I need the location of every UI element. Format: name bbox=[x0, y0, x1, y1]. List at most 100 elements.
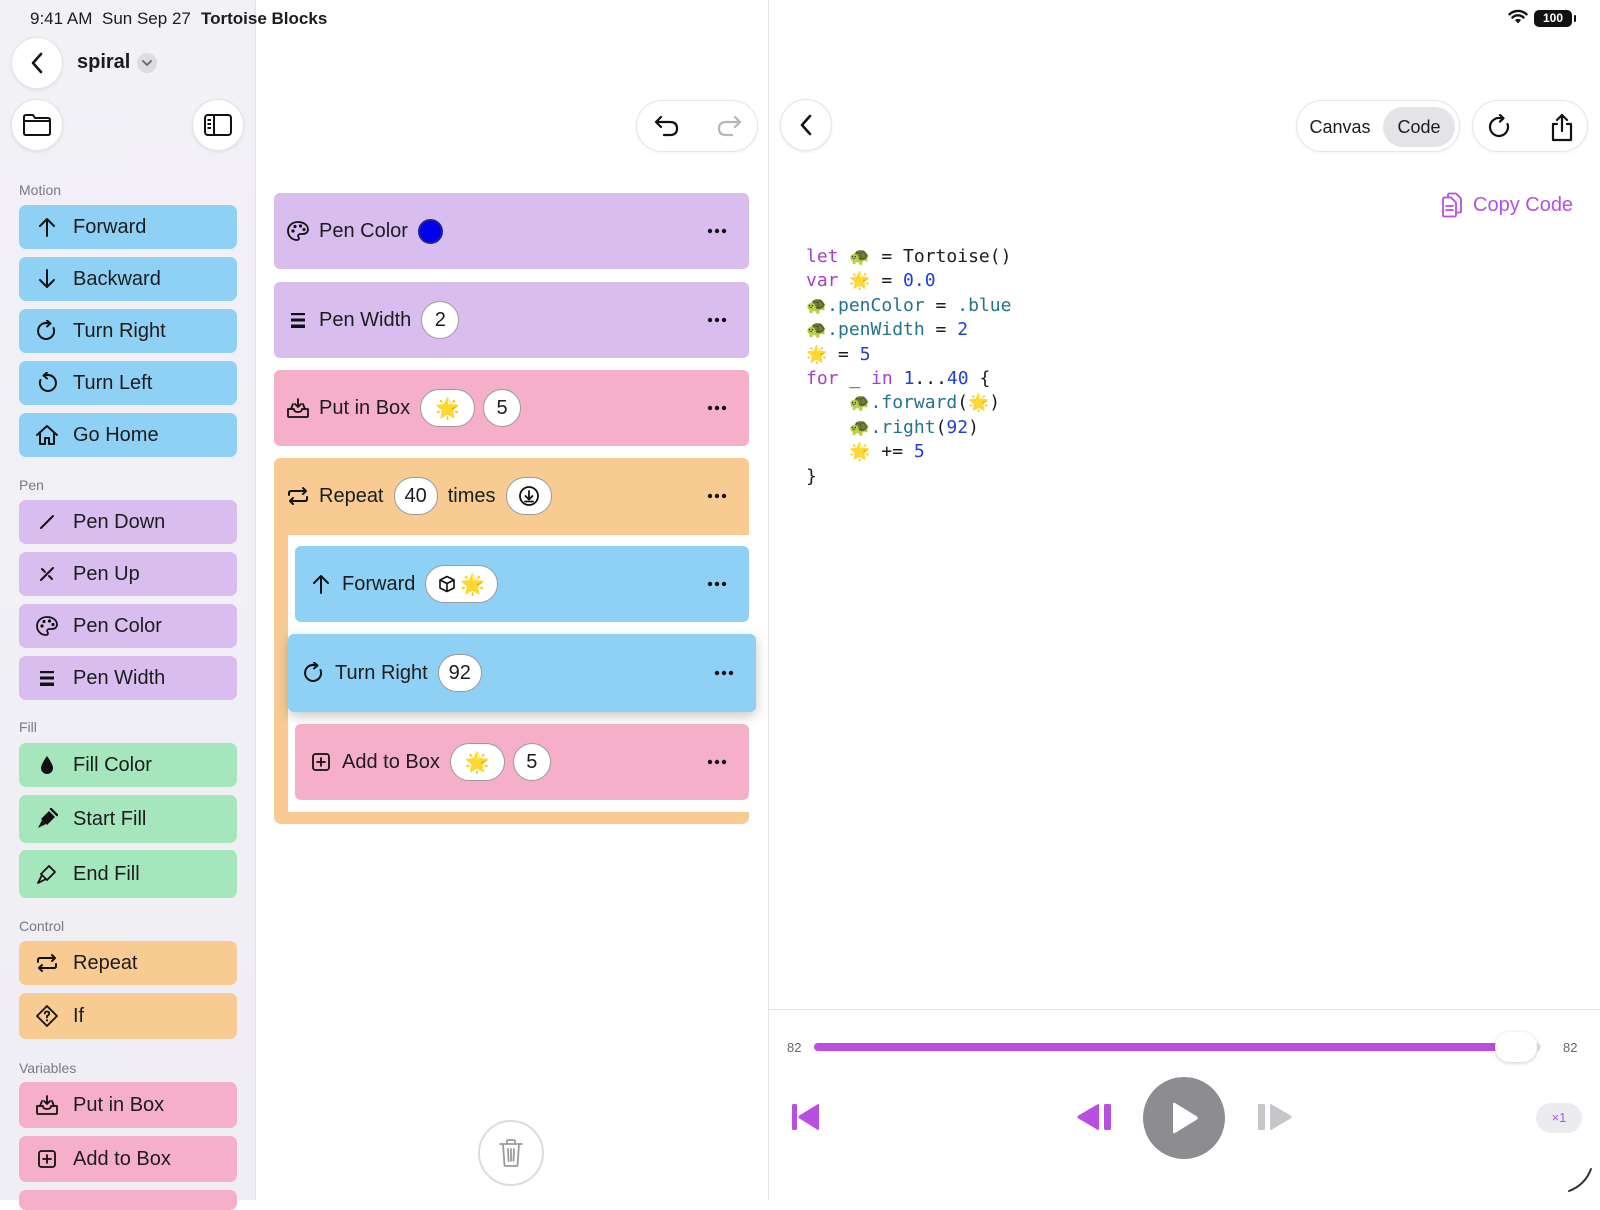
status-app-name: Tortoise Blocks bbox=[201, 9, 328, 28]
view-segmented-control: Canvas Code bbox=[1296, 100, 1460, 152]
code-line: 🌟 = 5 bbox=[806, 343, 1011, 367]
palette-pen-width[interactable]: Pen Width bbox=[19, 656, 237, 700]
palette-repeat[interactable]: Repeat bbox=[19, 941, 237, 985]
code-line: let 🐢 = Tortoise() bbox=[806, 245, 1011, 269]
palette-item-partial[interactable] bbox=[19, 1190, 237, 1210]
plus-square-icon bbox=[308, 752, 334, 772]
back-button[interactable] bbox=[11, 37, 63, 89]
collapse-toggle[interactable] bbox=[505, 477, 552, 515]
palette-label: End Fill bbox=[73, 862, 140, 885]
segment-code[interactable]: Code bbox=[1383, 107, 1455, 147]
more-options-icon[interactable] bbox=[707, 228, 727, 234]
arrow-up-icon bbox=[33, 216, 61, 238]
variable-chip[interactable]: 🌟 bbox=[449, 743, 505, 781]
more-options-icon[interactable] bbox=[707, 759, 727, 765]
play-button[interactable] bbox=[1143, 1077, 1225, 1159]
palette-turn-left[interactable]: Turn Left bbox=[19, 361, 237, 405]
palette-label: Start Fill bbox=[73, 807, 147, 830]
block-repeat[interactable]: Repeat 40 times bbox=[274, 458, 749, 534]
color-swatch[interactable] bbox=[417, 218, 443, 244]
palette-forward[interactable]: Forward bbox=[19, 205, 237, 249]
collapse-editor-button[interactable] bbox=[780, 99, 832, 151]
more-options-icon[interactable] bbox=[707, 317, 727, 323]
code-token: = Tortoise() bbox=[870, 246, 1012, 267]
palette-put-in-box[interactable]: Put in Box bbox=[19, 1082, 237, 1128]
pencil-line-icon bbox=[33, 512, 61, 532]
copy-code-button[interactable]: Copy Code bbox=[1441, 192, 1573, 218]
code-token: 🐢 bbox=[806, 295, 828, 316]
more-options-icon[interactable] bbox=[707, 405, 727, 411]
share-icon[interactable] bbox=[1549, 113, 1575, 143]
step-scrubber[interactable] bbox=[814, 1043, 1541, 1051]
code-token: 🌟 bbox=[968, 393, 990, 414]
palette-backward[interactable]: Backward bbox=[19, 257, 237, 301]
palette-pen-color[interactable]: Pen Color bbox=[19, 604, 237, 648]
palette-turn-right[interactable]: Turn Right bbox=[19, 309, 237, 353]
scrubber-thumb[interactable] bbox=[1494, 1032, 1537, 1062]
block-turn-right[interactable]: Turn Right 92 bbox=[288, 634, 756, 712]
block-pen-color[interactable]: Pen Color bbox=[274, 193, 749, 269]
rotate-left-icon bbox=[33, 372, 61, 394]
project-name[interactable]: spiral bbox=[77, 51, 130, 74]
variable-chip[interactable]: 🌟 bbox=[420, 389, 476, 427]
speed-button[interactable]: ×1 bbox=[1536, 1103, 1582, 1133]
toggle-sidebar-button[interactable] bbox=[192, 99, 244, 151]
block-label: Put in Box bbox=[319, 396, 411, 419]
palette-add-to-box[interactable]: Add to Box bbox=[19, 1136, 237, 1182]
palette-pen-up[interactable]: Pen Up bbox=[19, 552, 237, 596]
open-folder-button[interactable] bbox=[11, 99, 63, 151]
category-label-fill: Fill bbox=[19, 719, 37, 735]
step-back-icon[interactable] bbox=[1075, 1102, 1113, 1132]
tray-arrow-down-icon bbox=[285, 397, 311, 419]
code-token: 5 bbox=[913, 441, 925, 463]
segment-canvas[interactable]: Canvas bbox=[1303, 107, 1377, 147]
block-add-to-box[interactable]: Add to Box 🌟 5 bbox=[295, 724, 749, 800]
palette-label: Go Home bbox=[73, 423, 159, 446]
palette-pen-down[interactable]: Pen Down bbox=[19, 500, 237, 544]
chevron-down-icon[interactable] bbox=[137, 53, 157, 73]
palette-if[interactable]: If bbox=[19, 993, 237, 1039]
plus-square-icon bbox=[33, 1149, 61, 1169]
undo-icon[interactable] bbox=[653, 114, 681, 138]
block-put-in-box[interactable]: Put in Box 🌟 5 bbox=[274, 370, 749, 446]
palette-fill-color[interactable]: Fill Color bbox=[19, 743, 237, 787]
code-token: 40 bbox=[946, 367, 969, 389]
skip-to-start-icon[interactable] bbox=[790, 1102, 822, 1132]
code-token: .forward bbox=[870, 392, 958, 414]
arrow-up-icon bbox=[308, 573, 334, 595]
trash-icon bbox=[499, 1139, 523, 1167]
code-token: for bbox=[806, 367, 839, 389]
more-options-icon[interactable] bbox=[707, 581, 727, 587]
chevron-left-icon bbox=[31, 52, 43, 74]
refresh-icon[interactable] bbox=[1487, 114, 1513, 140]
chevron-left-icon bbox=[800, 114, 812, 136]
folder-icon bbox=[23, 114, 51, 136]
palette-label: Fill Color bbox=[73, 753, 152, 776]
block-forward[interactable]: Forward 🌟 bbox=[295, 546, 749, 622]
code-token: ( bbox=[957, 392, 969, 414]
block-label: Pen Color bbox=[319, 219, 408, 242]
resize-handle-icon[interactable] bbox=[1565, 1165, 1595, 1195]
variable-chip[interactable]: 🌟 bbox=[425, 565, 499, 603]
code-line: 🌟 += 5 bbox=[806, 440, 1011, 464]
category-label-variables: Variables bbox=[19, 1060, 77, 1076]
palette-label: Forward bbox=[73, 215, 147, 238]
more-options-icon[interactable] bbox=[714, 670, 734, 676]
trash-button[interactable] bbox=[478, 1120, 544, 1186]
redo-icon[interactable] bbox=[715, 114, 743, 138]
code-token: 🌟 bbox=[849, 442, 871, 463]
value-chip[interactable]: 5 bbox=[483, 389, 522, 427]
repeat-count-chip[interactable]: 40 bbox=[393, 477, 438, 515]
palette-end-fill[interactable]: End Fill bbox=[19, 850, 237, 898]
step-forward-icon[interactable] bbox=[1256, 1102, 1294, 1132]
block-pen-width[interactable]: Pen Width 2 bbox=[274, 282, 749, 358]
undo-redo-group bbox=[636, 100, 758, 152]
value-chip[interactable]: 2 bbox=[421, 301, 460, 339]
value-chip[interactable]: 5 bbox=[512, 743, 551, 781]
value-chip[interactable]: 92 bbox=[437, 654, 482, 692]
palette-start-fill[interactable]: Start Fill bbox=[19, 795, 237, 843]
palette-go-home[interactable]: Go Home bbox=[19, 413, 237, 457]
code-token: 🐢 bbox=[849, 393, 871, 414]
more-options-icon[interactable] bbox=[707, 493, 727, 499]
diamond-question-icon bbox=[33, 1004, 61, 1028]
